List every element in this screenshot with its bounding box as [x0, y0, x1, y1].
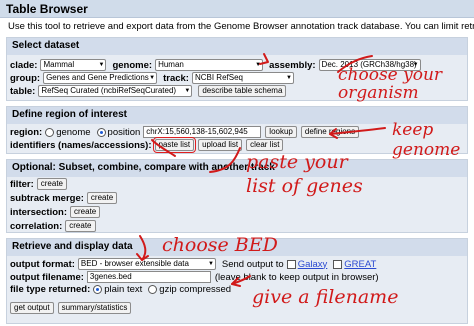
annotation-choose-organism: choose your organism	[338, 65, 443, 103]
annotation-arrows	[136, 53, 386, 287]
arrow-genome	[329, 127, 386, 135]
annotation-give-filename: give a filename	[252, 286, 399, 308]
annotation-choose-bed: choose BED	[162, 234, 278, 256]
arrow-bed	[139, 235, 147, 261]
annotation-keep-genome: keep genome	[392, 120, 461, 160]
arrow-paste	[209, 147, 241, 173]
annotation-paste-list: paste your list of genes	[246, 151, 363, 197]
